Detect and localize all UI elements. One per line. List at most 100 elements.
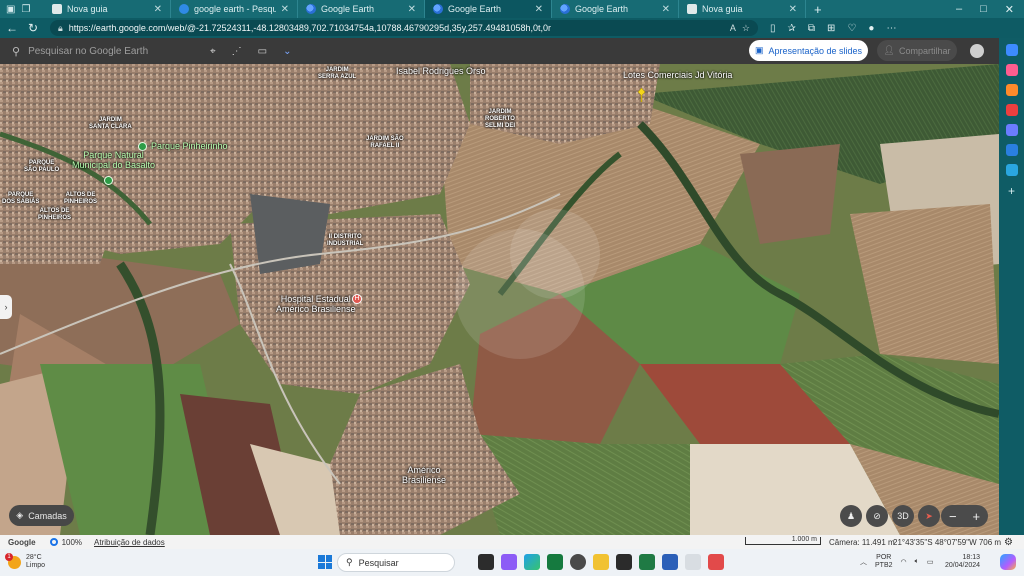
zoom-out-button[interactable]: − [949,509,957,524]
excel-icon[interactable] [639,554,655,570]
chevron-down-icon[interactable]: ⌄ [283,46,291,57]
profile-icon[interactable]: ● [868,23,874,34]
tab-nova-guia-1[interactable]: Nova guia ✕ [44,0,171,18]
microsoft365-icon[interactable] [1005,124,1018,136]
edge-sidebar: + [999,38,1024,549]
loading-ring-icon [49,538,58,546]
favorite-star-icon[interactable]: ☆ [742,23,750,34]
search-input[interactable]: Pesquisar no Google Earth [28,46,148,57]
path-measure-icon[interactable]: ⋰ [232,46,242,57]
add-sidebar-app-icon[interactable]: + [1008,184,1015,198]
tab-nova-guia-2[interactable]: Nova guia ✕ [679,0,806,18]
pegman-icon: ♟ [846,510,856,521]
copilot-taskbar-icon[interactable] [1000,554,1016,570]
split-screen-icon[interactable]: ▯ [770,23,776,34]
copilot-icon[interactable] [1005,44,1018,56]
zoom-in-button[interactable]: + [972,509,980,524]
map-label-altos-pinheiros-2: ALTOS DE PINHEIROS [38,208,72,221]
pegman-button[interactable]: ♟ [840,505,862,527]
ruler-icon[interactable]: ▭ [258,46,267,57]
minimize-button[interactable]: – [956,3,962,16]
earth-search[interactable]: ⚲ Pesquisar no Google Earth [0,45,210,58]
notepad-icon[interactable] [685,554,701,570]
share-button[interactable]: 👤︎ Compartilhar [877,40,957,61]
data-attribution-link[interactable]: Atribuição de dados [94,538,165,547]
tab-google-earth-active[interactable]: Google Earth ✕ [425,0,552,18]
close-icon[interactable]: ✕ [789,4,797,15]
my-location-button[interactable]: ⊘ [866,505,888,527]
refresh-icon[interactable]: ↻ [28,21,38,35]
park-pin-icon[interactable] [104,176,113,185]
close-icon[interactable]: ✕ [154,4,162,15]
notification-badge: 1 [5,552,13,561]
word-icon[interactable] [662,554,678,570]
maximize-button[interactable]: □ [980,3,987,16]
close-icon[interactable]: ✕ [535,4,543,15]
zoom-controls: − + [941,505,988,527]
satellite-map[interactable]: JARDIM SERRA AZUL Isabel Rodrigues Orso L… [0,64,999,535]
compass-button[interactable]: ➤ [918,505,940,527]
toggle-3d-button[interactable]: 3D [892,505,914,527]
weather-widget[interactable]: 1 28°C Limpo [5,552,45,570]
chevron-up-icon[interactable]: ︿ [860,557,867,567]
read-aloud-icon[interactable]: A [730,23,736,33]
shopping-icon[interactable] [1005,64,1018,76]
file-explorer-icon[interactable] [593,554,609,570]
language-indicator[interactable]: POR PTB2 [875,554,893,570]
location-pin-icon[interactable]: ⌖ [210,46,216,57]
tab-label: Google Earth [321,4,375,14]
tab-google-earth-search[interactable]: google earth - Pesquisar ✕ [171,0,298,18]
new-tab-icon [687,4,697,14]
google-earth-icon [560,4,570,14]
expand-panel-handle[interactable]: › [0,295,12,319]
tools-icon[interactable] [1005,84,1018,96]
volume-icon[interactable]: 🔈︎ [915,558,919,566]
dell-icon[interactable] [570,554,586,570]
tab-label: Nova guia [67,4,108,14]
close-window-button[interactable]: ✕ [1005,3,1014,16]
lock-icon: 🔒︎ [58,22,63,33]
taskbar-search[interactable]: ⚲ Pesquisar [337,553,455,572]
settings-gear-icon[interactable]: ⚙ [1004,537,1013,548]
account-avatar[interactable] [970,44,984,58]
tab-google-earth-1[interactable]: Google Earth ✕ [298,0,425,18]
slideshow-button[interactable]: ▣ Apresentação de slides [749,40,868,61]
loading-indicator: 100% [49,538,82,547]
spreadsheet-app-icon[interactable] [547,554,563,570]
start-button[interactable] [318,555,332,569]
close-icon[interactable]: ✕ [281,4,289,15]
telegram-icon[interactable] [1005,164,1018,176]
outlook-icon[interactable] [1005,144,1018,156]
close-icon[interactable]: ✕ [662,4,670,15]
browser-essentials-icon[interactable]: ♡ [847,23,856,34]
cursor-coordinates: 21°43'35"S 48°07'59"W 706 m [893,537,1002,547]
collections-icon[interactable]: ⧉ [808,23,815,34]
store-icon[interactable] [616,554,632,570]
more-menu-icon[interactable]: ⋯ [886,23,896,34]
back-arrow-icon[interactable]: ← [6,21,18,35]
hospital-pin-icon[interactable]: H [352,294,362,304]
edge-icon[interactable] [524,554,540,570]
close-icon[interactable]: ✕ [408,4,416,15]
games-icon[interactable] [1005,104,1018,116]
add-person-icon: 👤︎ [883,45,895,55]
tab-actions-icon[interactable]: ❐ [21,4,30,15]
workspaces-icon[interactable]: ▣ [6,4,15,15]
snipping-tool-icon[interactable] [708,554,724,570]
weather-text: 28°C Limpo [26,554,45,570]
toggle-3d-label: 3D [897,511,909,521]
task-view-icon[interactable] [478,554,494,570]
taskbar-clock[interactable]: 18:13 20/04/2024 [945,554,980,570]
wifi-icon[interactable]: ◠ [901,558,907,566]
battery-icon[interactable]: ▭ [927,558,934,566]
new-tab-button[interactable]: + [806,2,830,17]
extensions-icon[interactable]: ⊞ [827,23,835,34]
tab-google-earth-3[interactable]: Google Earth ✕ [552,0,679,18]
lang-bottom: PTB2 [875,562,893,569]
scale-bar: 1.000 m [745,536,821,545]
layers-button[interactable]: ◈ Camadas [9,505,74,526]
yellow-pushpin-icon[interactable] [637,88,646,102]
teams-chat-icon[interactable] [501,554,517,570]
url-field[interactable]: 🔒︎ https://earth.google.com/web/@-21.725… [50,20,758,36]
favorites-icon[interactable]: ✰ [788,23,796,34]
